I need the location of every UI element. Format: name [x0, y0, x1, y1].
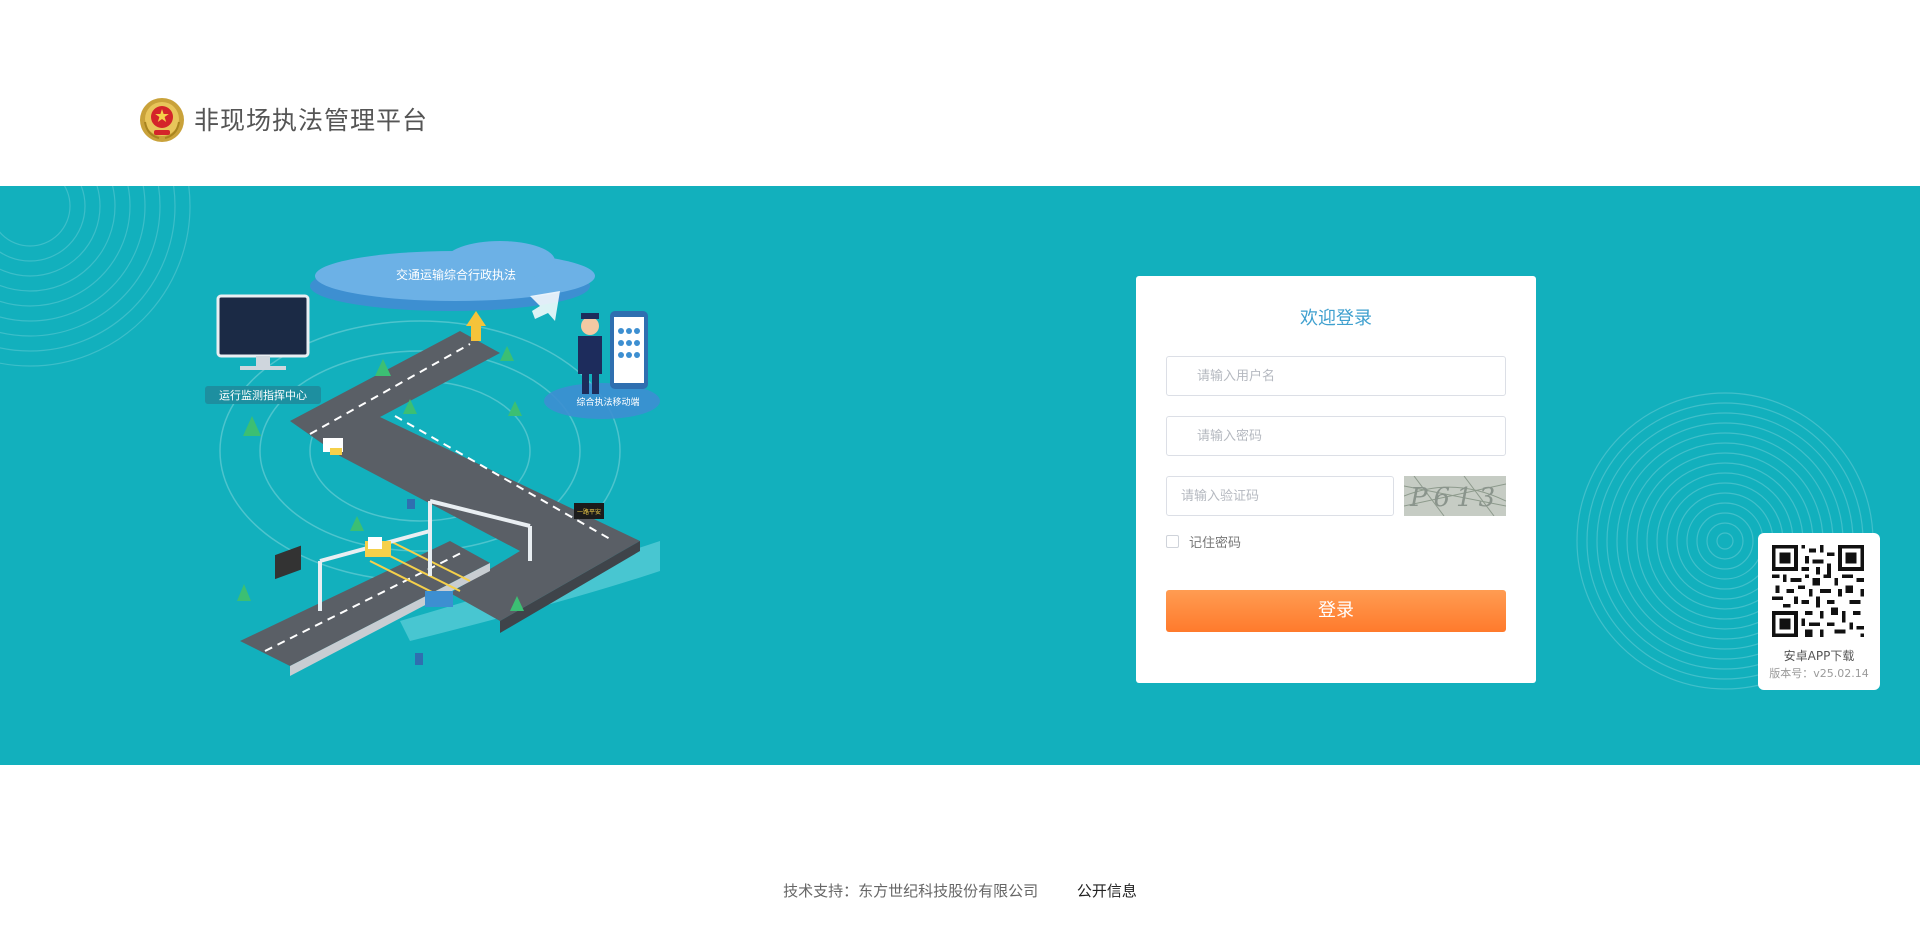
public-info-link[interactable]: 公开信息 [1077, 880, 1137, 901]
remember-password[interactable]: 记住密码 [1166, 532, 1241, 551]
app-version: 版本号：v25.02.14 [1769, 667, 1869, 680]
tech-support-text: 技术支持：东方世纪科技股份有限公司 [783, 882, 1039, 900]
footer: 技术支持：东方世纪科技股份有限公司 公开信息 [0, 880, 1920, 901]
monitor-center-label: 运行监测指挥中心 [219, 388, 307, 402]
captcha-field[interactable] [1166, 476, 1394, 516]
captcha-text: P613 [1409, 483, 1501, 513]
cloud-label: 交通运输综合行政执法 [396, 267, 516, 282]
captcha-input[interactable] [1167, 477, 1393, 515]
captcha-image[interactable]: P613 [1404, 476, 1506, 516]
remember-label: 记住密码 [1189, 536, 1242, 551]
password-field[interactable] [1166, 416, 1506, 456]
login-title: 欢迎登录 [1300, 308, 1372, 329]
banner: 运行监测指挥中心 交通运输综合行政执法 综合执法移动端 一路平安 欢迎登录 请输… [0, 186, 1920, 765]
remember-checkbox[interactable] [1166, 535, 1179, 548]
qr-download-label: 安卓APP下载 [1783, 649, 1855, 663]
password-input[interactable] [1167, 417, 1505, 455]
username-input[interactable] [1167, 357, 1505, 395]
traffic-enforcement-illustration: 运行监测指挥中心 交通运输综合行政执法 综合执法移动端 一路平安 [205, 241, 660, 676]
road-sign-label: 一路平安 [577, 508, 601, 516]
qr-code-icon[interactable] [1772, 545, 1864, 637]
login-button[interactable]: 登录 [1166, 590, 1506, 632]
username-field[interactable] [1166, 356, 1506, 396]
national-emblem-icon [140, 98, 184, 142]
decorative-rings-left [0, 186, 191, 367]
qr-download-card[interactable]: 安卓APP下载 版本号：v25.02.14 [1758, 533, 1880, 690]
mobile-terminal-label: 综合执法移动端 [576, 396, 639, 408]
app-title: 非现场执法管理平台 [194, 106, 429, 135]
header: 非现场执法管理平台 [0, 0, 1920, 186]
login-card: 欢迎登录 P613 记住密码 登录 [1136, 276, 1536, 683]
